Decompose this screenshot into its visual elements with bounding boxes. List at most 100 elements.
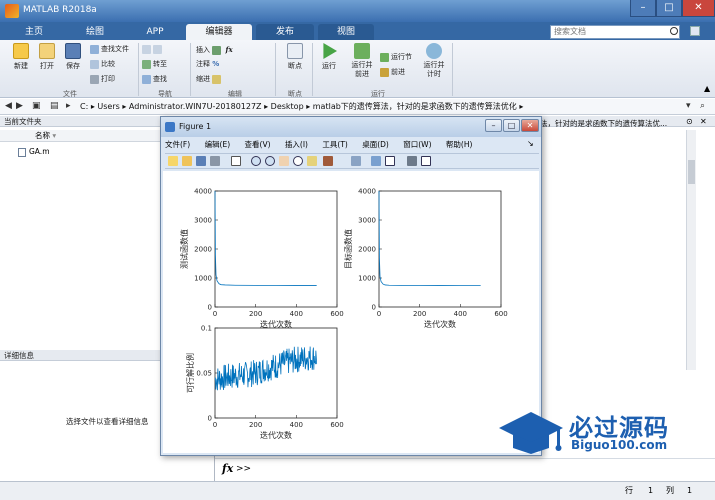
folder-icon[interactable]: ▤ xyxy=(50,99,59,114)
tab-apps[interactable]: APP xyxy=(128,24,182,40)
x-tick-label: 400 xyxy=(290,310,303,318)
back-arrow-icon[interactable]: ◀ xyxy=(5,99,12,114)
file-icon xyxy=(18,147,26,157)
sort-icon: ▾ xyxy=(52,131,57,140)
indent-button[interactable]: 缩进 xyxy=(196,74,223,85)
forward-arrow-icon[interactable]: ▶ xyxy=(16,99,23,114)
menu-tools[interactable]: 工具(T) xyxy=(322,140,347,149)
colorbar-icon[interactable] xyxy=(371,156,381,166)
print-icon[interactable] xyxy=(210,156,220,166)
legend-icon[interactable] xyxy=(385,156,395,166)
browse-icon[interactable]: ▸ xyxy=(66,99,71,114)
run-advance-button[interactable]: 运行并 前进 xyxy=(344,43,380,79)
data-cursor-icon[interactable] xyxy=(307,156,317,166)
figure-menu-bar: 文件(F) 编辑(E) 查看(V) 插入(I) 工具(T) 桌面(D) 窗口(W… xyxy=(165,139,539,151)
tab-home[interactable]: 主页 xyxy=(8,24,60,40)
figure-close-button[interactable]: ✕ xyxy=(521,119,539,132)
zoom-out-icon[interactable] xyxy=(265,156,275,166)
current-path[interactable]: C: ▸ Users ▸ Administrator.WIN7U-2018012… xyxy=(80,99,523,114)
search-docs-input[interactable]: 搜索文档 xyxy=(550,25,680,39)
run-time-button[interactable]: 运行并 计时 xyxy=(416,43,452,79)
rotate-icon[interactable] xyxy=(293,156,303,166)
y-axis-label: 测试函数值 xyxy=(179,229,189,269)
menu-help[interactable]: 帮助(H) xyxy=(446,140,473,149)
compare-icon xyxy=(90,59,99,69)
menu-edit[interactable]: 编辑(E) xyxy=(205,140,231,149)
goto-button[interactable]: 转至 xyxy=(142,59,167,70)
find-path-icon[interactable]: ⌕ xyxy=(700,99,705,114)
run-section-button[interactable]: 运行节 xyxy=(380,52,412,63)
menu-view[interactable]: 查看(V) xyxy=(245,140,271,149)
tab-plots[interactable]: 绘图 xyxy=(66,24,124,40)
save-icon[interactable] xyxy=(196,156,206,166)
search-icon[interactable] xyxy=(670,27,678,35)
breakpoint-icon xyxy=(287,43,303,59)
y-axis-label: 可行解比例 xyxy=(185,353,195,393)
x-tick-label: 600 xyxy=(330,310,343,318)
y-tick-label: 2000 xyxy=(194,246,212,254)
figure-title-bar[interactable]: Figure 1 xyxy=(161,117,541,137)
new-figure-icon[interactable] xyxy=(168,156,178,166)
command-window[interactable] xyxy=(215,458,715,480)
hide-tools-icon[interactable] xyxy=(407,156,417,166)
vertical-scrollbar[interactable] xyxy=(686,130,696,370)
breakpoints-button[interactable]: 断点 xyxy=(278,43,312,71)
pan-icon[interactable] xyxy=(279,156,289,166)
collapse-ribbon-icon[interactable]: ▲ xyxy=(704,84,710,93)
link-icon[interactable] xyxy=(351,156,361,166)
logo-subtext: Biguo100.com xyxy=(571,438,668,452)
x-axis-label: 迭代次数 xyxy=(260,319,292,329)
command-prompt[interactable]: >> xyxy=(236,464,251,474)
editor-tab-title[interactable]: 法，针对的是求函数下的遗传算法优... xyxy=(540,118,667,129)
save-button[interactable]: 保存 xyxy=(56,43,90,71)
open-icon[interactable] xyxy=(182,156,192,166)
find-button[interactable]: 查找 xyxy=(142,74,167,85)
show-tools-icon[interactable] xyxy=(421,156,431,166)
tab-editor[interactable]: 编辑器 xyxy=(186,24,252,40)
goto-icon xyxy=(142,59,151,69)
advance-icon xyxy=(380,67,389,77)
group-label-nav: 导航 xyxy=(158,90,172,98)
list-item[interactable]: GA.m xyxy=(18,147,50,157)
menu-dock-icon[interactable]: ↘ xyxy=(527,139,534,148)
ribbon-separator xyxy=(275,43,276,96)
run-section-icon xyxy=(380,52,389,62)
zoom-in-icon[interactable] xyxy=(251,156,261,166)
comment-button[interactable]: 注释 % xyxy=(196,59,219,70)
tab-view[interactable]: 视图 xyxy=(318,24,374,40)
find-icon xyxy=(142,74,151,84)
insert-button[interactable]: 插入 fx xyxy=(196,44,233,55)
x-tick-label: 0 xyxy=(213,421,217,429)
name-column-header[interactable]: 名称 ▾ xyxy=(0,130,160,142)
insert-icon xyxy=(212,45,222,55)
print-button[interactable]: 打印 xyxy=(90,74,115,85)
pointer-icon[interactable] xyxy=(231,156,241,166)
menu-file[interactable]: 文件(F) xyxy=(165,140,190,149)
figure-window[interactable]: Figure 1 – □ ✕ 文件(F) 编辑(E) 查看(V) 插入(I) 工… xyxy=(160,116,542,456)
menu-desktop[interactable]: 桌面(D) xyxy=(362,140,389,149)
expand-icon[interactable] xyxy=(690,26,700,36)
figure-minimize-button[interactable]: – xyxy=(485,119,502,132)
panel-options-icon[interactable]: ⊙ xyxy=(686,117,693,126)
details-header: 详细信息 xyxy=(0,350,160,361)
dropdown-icon[interactable]: ▾ xyxy=(686,99,691,114)
scrollbar-thumb[interactable] xyxy=(688,160,695,184)
compare-button[interactable]: 比较 xyxy=(90,59,115,70)
tab-publish[interactable]: 发布 xyxy=(256,24,314,40)
menu-insert[interactable]: 插入(I) xyxy=(285,140,308,149)
group-label-run: 运行 xyxy=(371,90,385,98)
maximize-button[interactable]: □ xyxy=(656,0,682,17)
brush-icon[interactable] xyxy=(323,156,333,166)
figure-maximize-button[interactable]: □ xyxy=(503,119,520,132)
find-files-button[interactable]: 查找文件 xyxy=(90,44,129,55)
figure-canvas[interactable]: 0 200 400 600 0 1000 2000 3000 4000 迭代次数 测试函数值 0 200… xyxy=(163,171,539,453)
folder-up-icon[interactable]: ▣ xyxy=(32,99,41,114)
advance-button[interactable]: 前进 xyxy=(380,67,405,78)
run-button[interactable]: 运行 xyxy=(312,43,346,71)
minimize-button[interactable]: – xyxy=(630,0,656,17)
close-button[interactable]: ✕ xyxy=(682,0,715,17)
close-panel-icon[interactable]: ✕ xyxy=(700,117,707,126)
nav-back-button[interactable] xyxy=(142,44,164,55)
menu-window[interactable]: 窗口(W) xyxy=(403,140,431,149)
folder-icon xyxy=(39,43,55,59)
